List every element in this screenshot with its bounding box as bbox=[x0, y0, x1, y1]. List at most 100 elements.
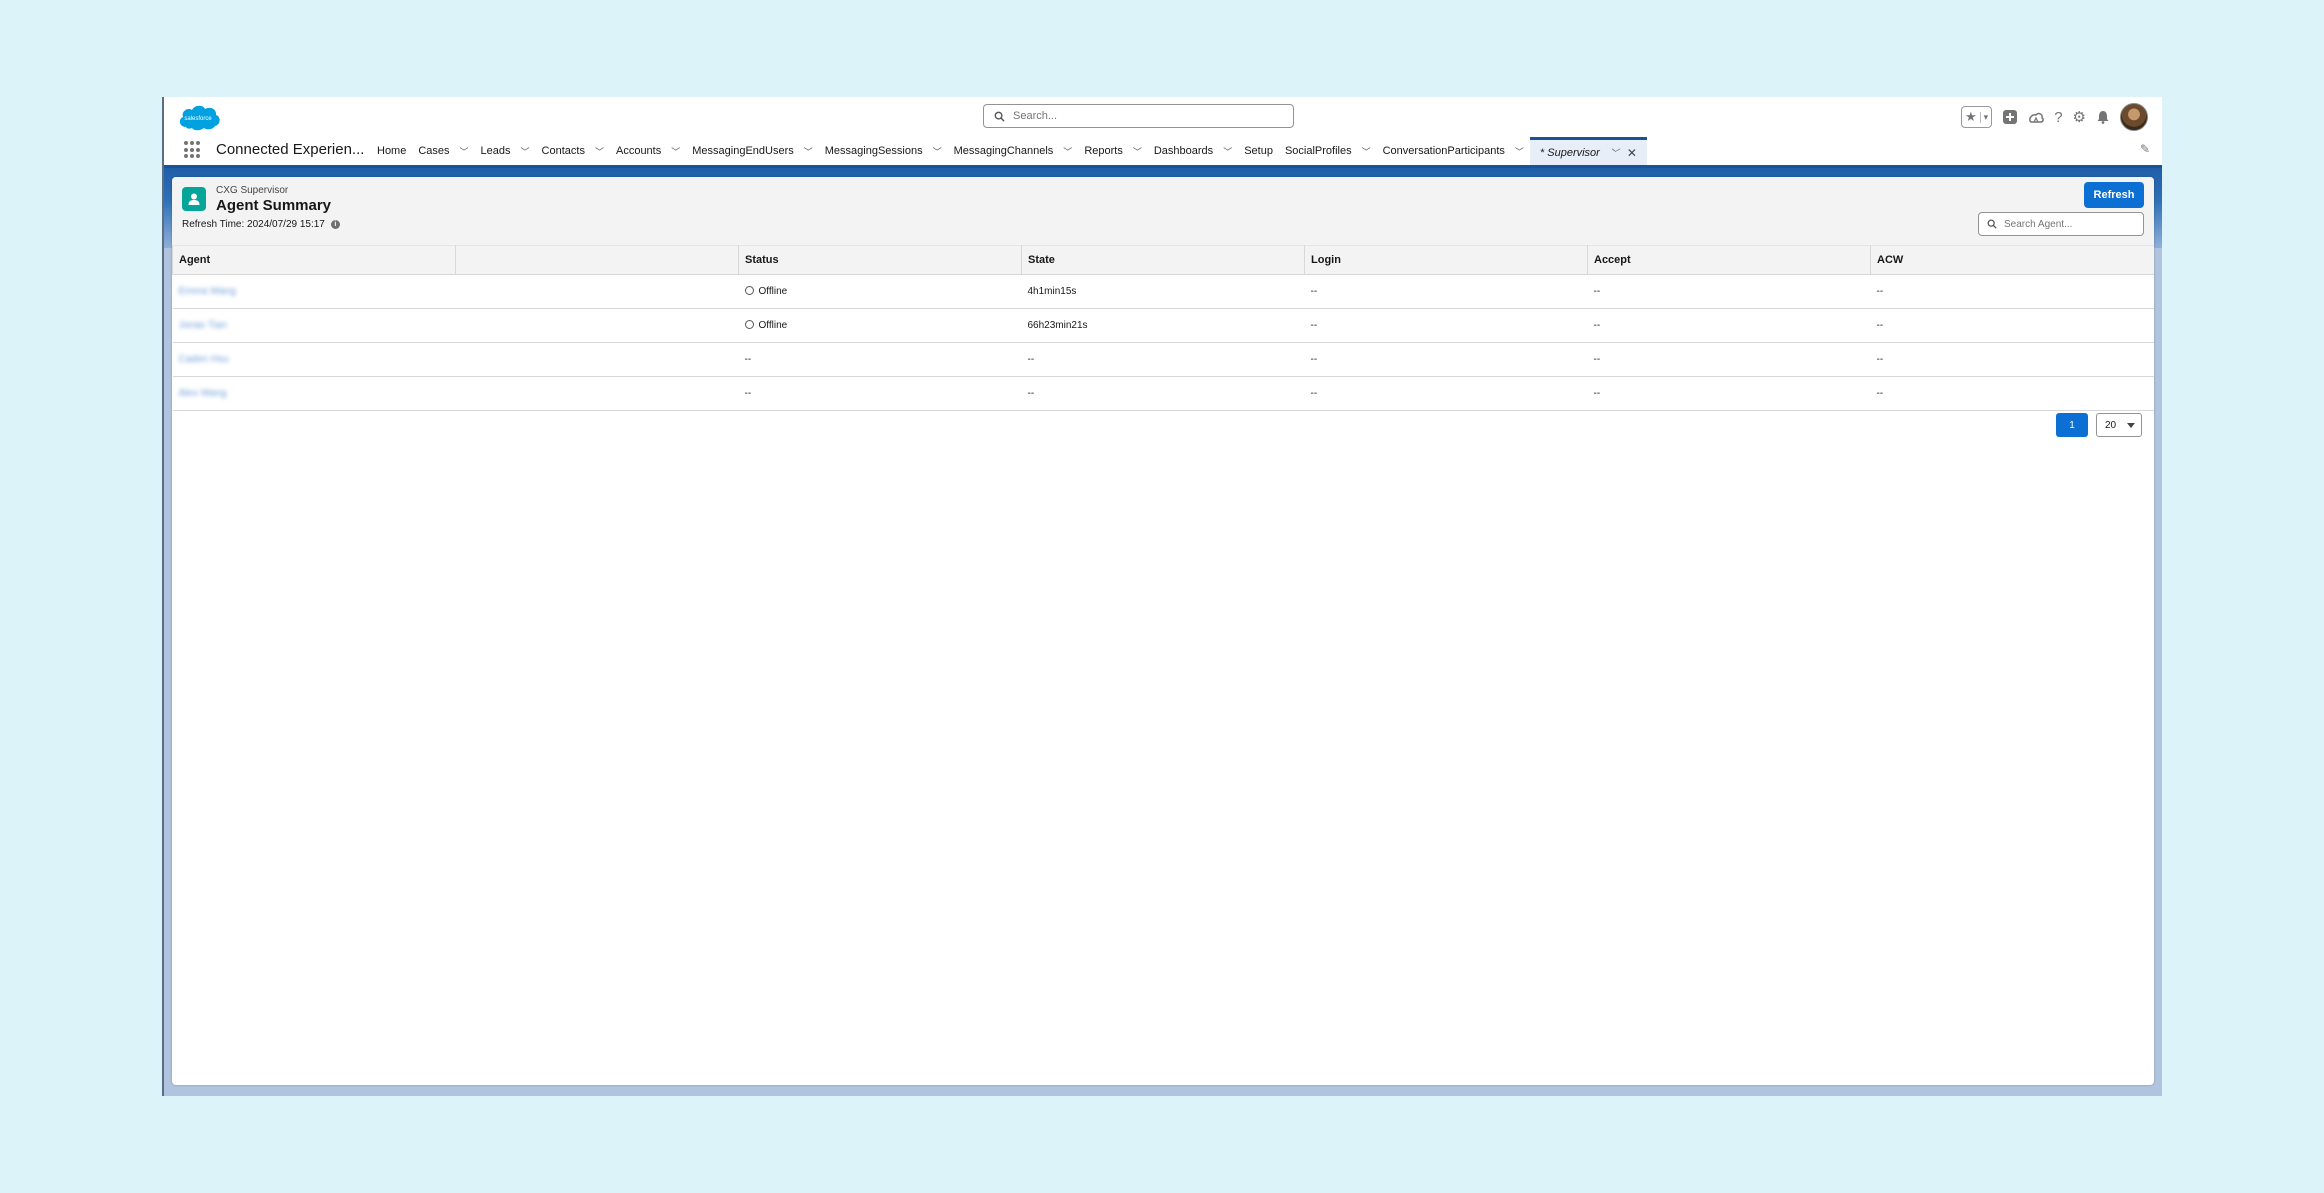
column-header-agent[interactable]: Agent bbox=[172, 245, 456, 275]
nav-item-messaging-channels[interactable]: MessagingChannels ﹀ bbox=[948, 137, 1079, 165]
refresh-time-label: Refresh Time: 2024/07/29 15:17 bbox=[182, 219, 325, 230]
agent-status: -- bbox=[738, 342, 1022, 377]
nav-item-label: ConversationParticipants bbox=[1382, 145, 1505, 157]
chevron-down-icon[interactable]: ﹀ bbox=[1063, 145, 1072, 158]
nav-item-home[interactable]: Home bbox=[371, 137, 412, 165]
chevron-down-icon[interactable]: ﹀ bbox=[671, 145, 680, 158]
nav-item-label: MessagingChannels bbox=[953, 145, 1054, 157]
user-icon bbox=[182, 187, 206, 211]
agent-status: Offline bbox=[758, 320, 788, 331]
agent-status: -- bbox=[738, 376, 1022, 411]
salesforce-logo[interactable]: salesforce bbox=[176, 101, 222, 133]
chevron-down-icon[interactable]: ﹀ bbox=[1362, 145, 1371, 158]
pagination-page-button[interactable]: 1 bbox=[2056, 413, 2088, 437]
global-search[interactable] bbox=[983, 104, 1294, 128]
close-icon[interactable]: ✕ bbox=[1627, 146, 1637, 160]
refresh-button[interactable]: Refresh bbox=[2084, 182, 2144, 208]
agent-accept: -- bbox=[1587, 308, 1871, 343]
agent-status: Offline bbox=[758, 286, 788, 297]
header-utility-icons: ★ ▾ ? ⚙ bbox=[1961, 103, 2148, 131]
nav-item-messaging-end-users[interactable]: MessagingEndUsers ﹀ bbox=[686, 137, 819, 165]
add-icon[interactable] bbox=[2002, 109, 2018, 125]
agent-accept: -- bbox=[1587, 274, 1871, 309]
agent-state: 4h1min15s bbox=[1021, 274, 1305, 309]
navigation-bar: Connected Experien... Home Cases ﹀ Leads ﹀… bbox=[164, 137, 2162, 168]
pencil-icon[interactable]: ✎ bbox=[2140, 142, 2150, 156]
nav-item-setup[interactable]: Setup bbox=[1238, 137, 1279, 165]
chevron-down-icon[interactable]: ﹀ bbox=[1515, 145, 1524, 158]
star-icon[interactable]: ★ bbox=[1962, 109, 1980, 125]
bell-icon[interactable] bbox=[2096, 110, 2110, 124]
favorites-button[interactable]: ★ ▾ bbox=[1961, 106, 1993, 128]
agent-login: -- bbox=[1304, 274, 1588, 309]
app-name: Connected Experien... bbox=[216, 141, 365, 158]
search-icon bbox=[1987, 219, 1997, 229]
agent-acw: -- bbox=[1870, 308, 2154, 343]
global-header: salesforce ★ ▾ ? ⚙ bbox=[164, 97, 2162, 137]
agent-acw: -- bbox=[1870, 274, 2154, 309]
salesforce-window: salesforce ★ ▾ ? ⚙ bbox=[162, 97, 2162, 1096]
column-header-blank bbox=[455, 245, 739, 275]
nav-item-accounts[interactable]: Accounts ﹀ bbox=[610, 137, 686, 165]
nav-item-social-profiles[interactable]: SocialProfiles ﹀ bbox=[1279, 137, 1377, 165]
column-header-accept[interactable]: Accept bbox=[1587, 245, 1871, 275]
chevron-down-icon[interactable]: ﹀ bbox=[595, 145, 604, 158]
gear-icon[interactable]: ⚙ bbox=[2073, 108, 2086, 126]
chevron-down-icon[interactable]: ﹀ bbox=[804, 145, 813, 158]
nav-item-contacts[interactable]: Contacts ﹀ bbox=[536, 137, 610, 165]
chevron-down-icon[interactable]: ▾ bbox=[1979, 111, 1992, 123]
chevron-down-icon[interactable]: ﹀ bbox=[521, 145, 530, 158]
agent-search-input[interactable] bbox=[2002, 217, 2136, 231]
chevron-down-icon[interactable]: ﹀ bbox=[933, 145, 942, 158]
agent-name-link[interactable]: Emma Wang bbox=[179, 286, 236, 297]
nav-item-label: SocialProfiles bbox=[1284, 145, 1352, 157]
agent-login: -- bbox=[1304, 376, 1588, 411]
table-row: Caden Hsu -- -- -- -- -- bbox=[172, 342, 2154, 377]
nav-item-label: MessagingEndUsers bbox=[692, 145, 794, 157]
agent-name-link[interactable]: Alex Wang bbox=[179, 388, 227, 399]
app-launcher-icon[interactable] bbox=[184, 141, 202, 159]
agent-name-link[interactable]: Jonas Tian bbox=[179, 320, 227, 331]
page-size-select[interactable]: 20 bbox=[2096, 413, 2142, 437]
agent-state: -- bbox=[1021, 376, 1305, 411]
chevron-down-icon[interactable]: ﹀ bbox=[1223, 145, 1232, 158]
chevron-down-icon[interactable]: ﹀ bbox=[1133, 145, 1142, 158]
nav-item-leads[interactable]: Leads ﹀ bbox=[475, 137, 536, 165]
nav-item-label: MessagingSessions bbox=[824, 145, 923, 157]
offline-status-icon bbox=[744, 320, 754, 329]
chevron-down-icon[interactable]: ﹀ bbox=[460, 145, 469, 158]
nav-items: Home Cases ﹀ Leads ﹀ Contacts ﹀ Accounts ﹀ M… bbox=[371, 137, 1647, 165]
nav-item-cases[interactable]: Cases ﹀ bbox=[412, 137, 474, 165]
card-context: CXG Supervisor bbox=[216, 185, 289, 196]
column-header-status[interactable]: Status bbox=[738, 245, 1022, 275]
agent-accept: -- bbox=[1587, 342, 1871, 377]
column-header-acw[interactable]: ACW bbox=[1870, 245, 2154, 275]
trailhead-icon[interactable] bbox=[2028, 109, 2045, 125]
nav-item-conversation-participants[interactable]: ConversationParticipants ﹀ bbox=[1377, 137, 1530, 165]
global-search-input[interactable] bbox=[1011, 109, 1275, 123]
column-header-state[interactable]: State bbox=[1021, 245, 1305, 275]
agent-search[interactable] bbox=[1978, 212, 2144, 236]
chevron-down-icon[interactable]: ﹀ bbox=[1610, 146, 1619, 159]
nav-item-label: Dashboards bbox=[1153, 145, 1214, 157]
agent-acw: -- bbox=[1870, 342, 2154, 377]
table-row: Jonas Tian Offline 66h23min21s -- -- -- bbox=[172, 308, 2154, 343]
user-avatar[interactable] bbox=[2120, 103, 2148, 131]
offline-status-icon bbox=[744, 286, 754, 295]
column-header-login[interactable]: Login bbox=[1304, 245, 1588, 275]
help-icon[interactable]: ? bbox=[2054, 109, 2062, 126]
table-row: Alex Wang -- -- -- -- -- bbox=[172, 376, 2154, 411]
nav-item-messaging-sessions[interactable]: MessagingSessions ﹀ bbox=[819, 137, 948, 165]
table-header-row: Agent Status State Login Accept ACW bbox=[172, 245, 2154, 275]
tab-supervisor[interactable]: * Supervisor ﹀ ✕ bbox=[1529, 137, 1647, 165]
nav-item-label: Setup bbox=[1244, 145, 1273, 157]
nav-item-dashboards[interactable]: Dashboards ﹀ bbox=[1148, 137, 1238, 165]
refresh-time: Refresh Time: 2024/07/29 15:17 i bbox=[182, 219, 340, 230]
agent-name-link[interactable]: Caden Hsu bbox=[179, 354, 229, 365]
page-title: Agent Summary bbox=[216, 197, 332, 214]
page-size-value: 20 bbox=[2105, 419, 2117, 431]
nav-item-reports[interactable]: Reports ﹀ bbox=[1078, 137, 1148, 165]
info-icon[interactable]: i bbox=[330, 220, 340, 229]
nav-item-label: Reports bbox=[1084, 145, 1123, 157]
tab-label: * Supervisor bbox=[1539, 146, 1600, 159]
